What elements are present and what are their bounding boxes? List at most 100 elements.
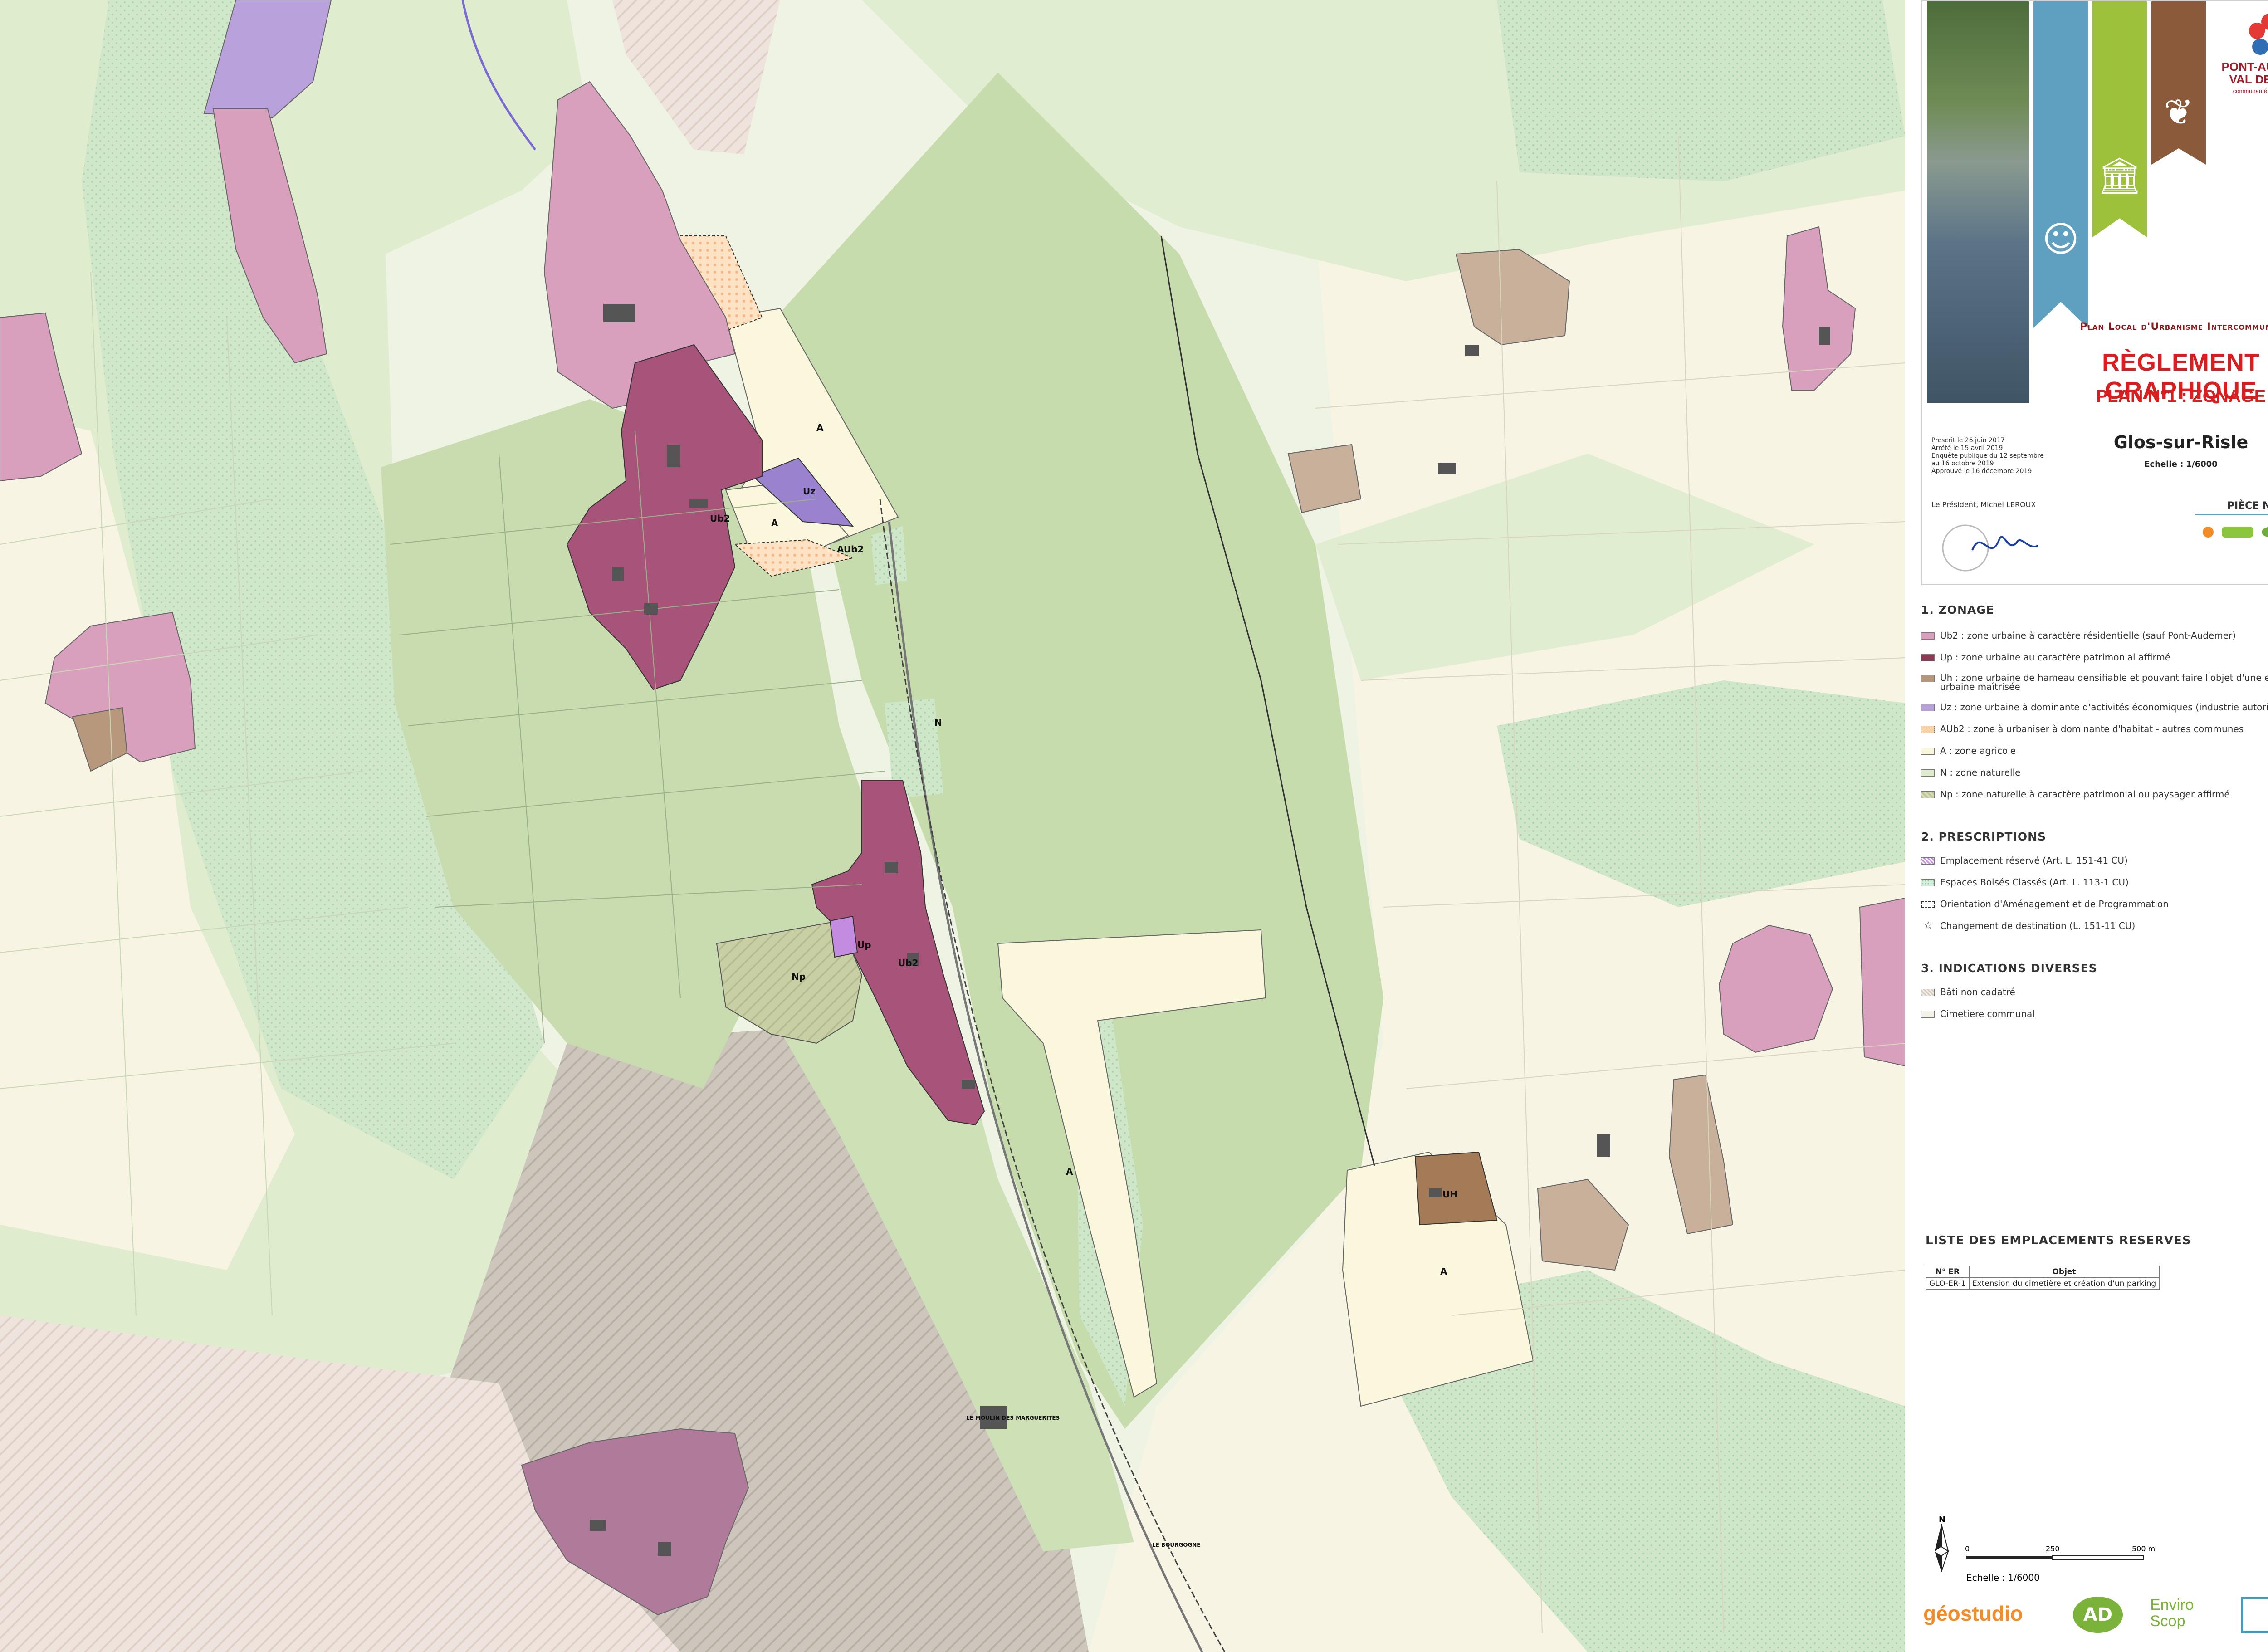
- zone-up: [829, 915, 858, 958]
- map-label-a-1: A: [816, 422, 824, 433]
- legend-item: Emplacement réservé (Art. L. 151-41 CU): [1921, 855, 2268, 866]
- cover-photo: [1927, 1, 2029, 403]
- legend-label: Up : zone urbaine au caractère patrimoni…: [1940, 652, 2171, 663]
- legend-label: Cimetiere communal: [1940, 1008, 2035, 1019]
- building-icon: 🏛: [2097, 156, 2142, 196]
- geostudio-logo: géostudio: [1923, 1602, 2023, 1625]
- legend-item: N : zone naturelle: [1921, 767, 2268, 778]
- logo-text: PONT-AUDEMER VAL DE RISLE: [2213, 60, 2268, 86]
- legend-label: Bâti non cadatré: [1940, 987, 2015, 997]
- plant-icon: ❦: [2164, 92, 2194, 133]
- scale-tick-250: 250: [2046, 1544, 2060, 1553]
- table-header-id: N° ER: [1926, 1266, 1970, 1278]
- legend-label: Emplacement réservé (Art. L. 151-41 CU): [1940, 855, 2128, 866]
- legend-label: Uz : zone urbaine à dominante d'activité…: [1940, 702, 2268, 713]
- legend-item: Uz : zone urbaine à dominante d'activité…: [1921, 702, 2268, 713]
- scale-label: Echelle : 1/6000: [1966, 1572, 2040, 1583]
- legend-item: Uh : zone urbaine de hameau densifiable …: [1921, 673, 2268, 693]
- map-label-uh: UH: [1442, 1189, 1457, 1200]
- legend-label: Np : zone naturelle à caractère patrimon…: [1940, 789, 2230, 800]
- map-label-ub2-2: Ub2: [898, 958, 918, 968]
- legend-panel: ☺ 🏛 ❦ PONT-AUDEMER VAL DE RISLE communau…: [1905, 0, 2268, 1652]
- legend-item: AUb2 : zone à urbaniser à dominante d'ha…: [1921, 724, 2268, 735]
- reserved-areas-title: LISTE DES EMPLACEMENTS RESERVES: [1926, 1234, 2191, 1247]
- scale-tick-500: 500 m: [2132, 1544, 2155, 1553]
- table-row: GLO-ER-1 Extension du cimetière et créat…: [1926, 1277, 2160, 1290]
- community-logo: PONT-AUDEMER VAL DE RISLE communauté de …: [2213, 10, 2268, 97]
- legend-item: Up : zone urbaine au caractère patrimoni…: [1921, 652, 2268, 663]
- ribbon-blue: ☺: [2033, 1, 2088, 328]
- legend-item: A : zone agricole: [1921, 746, 2268, 757]
- date-line: Enquête publique du 12 septembre: [1931, 452, 2044, 459]
- legend-label: A : zone agricole: [1940, 745, 2016, 756]
- legend-label: N : zone naturelle: [1940, 767, 2021, 778]
- legend-item: ☆ Changement de destination (L. 151-11 C…: [1921, 920, 2268, 932]
- legend-section-indications: 3. INDICATIONS DIVERSES: [1921, 962, 2097, 975]
- zone-ub2-east-3: [1859, 897, 1905, 1067]
- ribbon-green: 🏛: [2092, 1, 2147, 237]
- legend-item: Np : zone naturelle à caractère patrimon…: [1921, 789, 2268, 800]
- legend-item: Orientation d'Aménagement et de Programm…: [1921, 899, 2268, 910]
- enviroscop-logo: Enviro Scop: [2150, 1596, 2194, 1630]
- map-label-uz: Uz: [803, 486, 816, 497]
- legend-swatch: [1921, 989, 1935, 996]
- logo-line-1: PONT-AUDEMER: [2221, 60, 2268, 73]
- map-label-np: Np: [792, 971, 806, 982]
- legend-section-zonage: 1. ZONAGE: [1921, 603, 1994, 616]
- signature-stamp: [1942, 524, 2038, 572]
- footer-logos: géostudio AD Enviro Scop: [1923, 1592, 2268, 1642]
- legend-swatch: [1921, 675, 1935, 682]
- legend-swatch: [1921, 901, 1935, 908]
- title-card: ☺ 🏛 ❦ PONT-AUDEMER VAL DE RISLE communau…: [1921, 0, 2268, 585]
- legend-swatch: [1921, 654, 1935, 661]
- map-label-ub2-1: Ub2: [710, 513, 730, 524]
- legend-swatch: [1921, 1011, 1935, 1018]
- map-label-moulin: LE MOULIN DES MARGUERITES: [966, 1415, 1060, 1421]
- legend-section-prescriptions: 2. PRESCRIPTIONS: [1921, 830, 2047, 843]
- north-arrow-icon: [1935, 1524, 1949, 1572]
- legend-swatch: [1921, 791, 1935, 798]
- legend-swatch: [1921, 726, 1935, 733]
- legend-label: Changement de destination (L. 151-11 CU): [1940, 920, 2136, 931]
- map-label-up: Up: [857, 939, 871, 950]
- north-label: N: [1939, 1515, 1945, 1525]
- piece-number: PIÈCE N3-8: [2195, 500, 2268, 515]
- legend-label: Orientation d'Aménagement et de Programm…: [1940, 899, 2169, 909]
- commune-name: Glos-sur-Risle: [2113, 432, 2248, 452]
- logo-subtitle: communauté de communes: [2233, 88, 2268, 94]
- ribbon-brown: ❦: [2151, 1, 2206, 165]
- legend-swatch: [1921, 769, 1935, 777]
- legend-swatch: [1921, 704, 1935, 711]
- star-icon: ☆: [1924, 920, 1933, 931]
- plan-local-title: Plan Local d'Urbanisme Intercommunal: [2080, 321, 2268, 332]
- map-label-bourgogne: LE BOURGOGNE: [1152, 1542, 1201, 1548]
- legend-item: Bâti non cadatré: [1921, 987, 2268, 998]
- logo-line-2: VAL DE RISLE: [2229, 73, 2268, 86]
- scale-bar: N 0 250 500 m Echelle : 1/6000: [1935, 1515, 2155, 1583]
- zoning-map[interactable]: A Uz A AUb2 Ub2 N Ub2 Up Np A UH A LE MO…: [0, 0, 1905, 1652]
- legend-label: Espaces Boisés Classés (Art. L. 113-1 CU…: [1940, 877, 2129, 888]
- map-label-a-3: A: [1066, 1166, 1073, 1177]
- reserved-areas-table: N° ER Objet GLO-ER-1 Extension du cimeti…: [1926, 1266, 2160, 1290]
- legend-item: Espaces Boisés Classés (Art. L. 113-1 CU…: [1921, 877, 2268, 888]
- forest-ebc-patch-3: [871, 526, 907, 585]
- legend-label: AUb2 : zone à urbaniser à dominante d'ha…: [1940, 723, 2244, 734]
- legend-label: Uh : zone urbaine de hameau densifiable …: [1940, 672, 2268, 692]
- legend-label: Ub2 : zone urbaine à caractère résidenti…: [1940, 630, 2236, 641]
- legend-swatch: [1921, 632, 1935, 640]
- plan-title: PLAN N°1 : ZONAGE: [2096, 387, 2266, 406]
- table-cell-id: GLO-ER-1: [1926, 1277, 1970, 1290]
- flower-logo-icon: [2249, 14, 2268, 55]
- partner-mini-logos: [2203, 527, 2268, 538]
- head-icon: ☺: [2042, 219, 2079, 260]
- partner-logo-icon: [2241, 1597, 2268, 1633]
- map-label-a-2: A: [771, 518, 778, 528]
- map-label-a-4: A: [1440, 1266, 1447, 1277]
- table-header-row: N° ER Objet: [1926, 1266, 2160, 1278]
- legend-swatch: [1921, 857, 1935, 865]
- table-header-objet: Objet: [1968, 1266, 2160, 1278]
- ad-logo: AD: [2073, 1597, 2123, 1633]
- table-cell-objet: Extension du cimetière et création d'un …: [1968, 1277, 2160, 1290]
- scale-segment-dark: [1966, 1556, 2053, 1559]
- scale-tick-0: 0: [1965, 1544, 1970, 1553]
